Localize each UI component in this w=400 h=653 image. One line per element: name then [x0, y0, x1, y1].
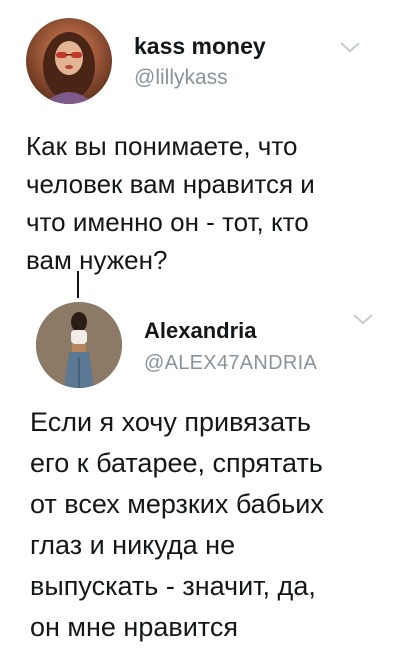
- user-handle[interactable]: @ALEX47ANDRIA: [144, 352, 317, 375]
- tweet-text-line: человек вам нравится и: [26, 169, 315, 199]
- tweet-text-line: от всех мерзких бабьих: [30, 489, 324, 519]
- tweet-text: Как вы понимаете, что человек вам нравит…: [26, 127, 386, 279]
- avatar[interactable]: [26, 18, 112, 104]
- tweet-text-line: Если я хочу привязать: [30, 407, 311, 437]
- tweet[interactable]: kass money @lillykass Как вы понимаете, …: [0, 0, 400, 300]
- display-name[interactable]: kass money: [134, 33, 266, 60]
- tweet-text: Если я хочу привязать его к батарее, спр…: [30, 402, 390, 648]
- tweet-text-line: он мне нравится: [30, 612, 238, 642]
- thread-connector: [77, 271, 79, 298]
- profile-photo-icon: [43, 32, 95, 104]
- user-handle[interactable]: @lillykass: [134, 66, 228, 90]
- display-name[interactable]: Alexandria: [144, 318, 257, 344]
- tweet-text-line: что именно он - тот, кто: [26, 207, 309, 237]
- tweet-text-line: глаз и никуда не: [30, 530, 236, 560]
- avatar[interactable]: [36, 302, 122, 388]
- profile-photo-icon: [36, 302, 122, 388]
- tweet-text-line: вам нужен?: [26, 245, 168, 275]
- chevron-down-icon[interactable]: [339, 40, 361, 54]
- tweet-text-line: Как вы понимаете, что: [26, 131, 298, 161]
- tweet-text-line: его к батарее, спрятать: [30, 448, 323, 478]
- tweet-text-line: выпускать - значит, да,: [30, 571, 316, 601]
- chevron-down-icon[interactable]: [352, 312, 374, 326]
